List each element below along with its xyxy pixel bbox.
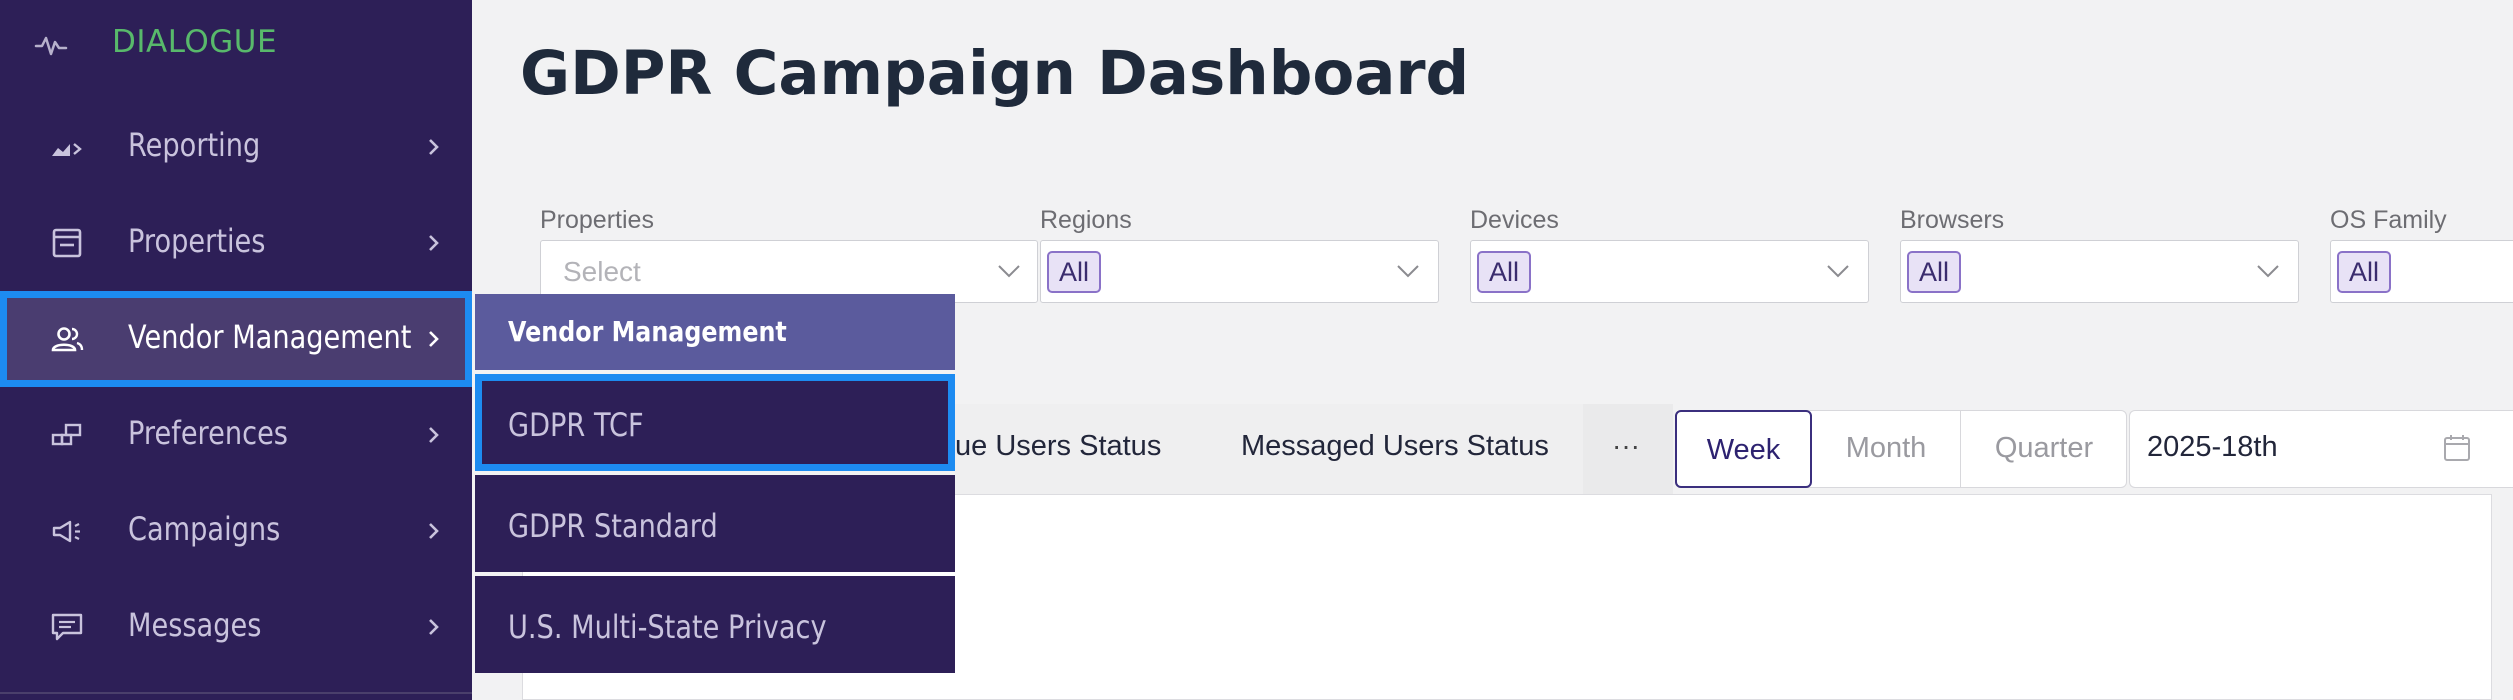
chevron-down-icon: [998, 265, 1020, 278]
calendar-icon[interactable]: [2442, 433, 2472, 463]
sidebar-item-properties[interactable]: Properties: [0, 195, 472, 291]
megaphone-icon: [52, 520, 80, 543]
chevron-right-icon: [429, 235, 439, 251]
filter-label-browsers: Browsers: [1900, 206, 2005, 234]
message-icon: [51, 613, 83, 641]
quarter-button[interactable]: Quarter: [1961, 410, 2127, 488]
properties-select-placeholder: Select: [563, 256, 641, 287]
filter-label-os-family: OS Family: [2330, 206, 2447, 234]
sidebar-item-label: Campaigns: [128, 510, 281, 548]
activity-pulse-icon: [34, 36, 68, 56]
sidebar-divider: [0, 692, 472, 694]
brand[interactable]: DIALOGUE: [0, 0, 472, 90]
browsers-tag[interactable]: All: [1907, 251, 1962, 293]
brand-name: DIALOGUE: [112, 24, 278, 60]
sidebar-item-messages[interactable]: Messages: [0, 579, 472, 675]
tab-users-status[interactable]: ue Users Status: [955, 430, 1161, 463]
tab-messaged-users-status[interactable]: Messaged Users Status: [1241, 430, 1549, 463]
os-family-select[interactable]: All: [2330, 240, 2513, 303]
submenu-item-us-multi-state-privacy[interactable]: U.S. Multi-State Privacy: [475, 576, 955, 673]
sidebar-item-preferences[interactable]: Preferences: [0, 387, 472, 483]
submenu-item-gdpr-tcf[interactable]: GDPR TCF: [475, 374, 955, 471]
sidebar-item-label: Properties: [128, 222, 266, 260]
chevron-down-icon: [1827, 265, 1849, 278]
properties-window-icon: [52, 228, 82, 258]
browsers-select[interactable]: All: [1900, 240, 2299, 303]
devices-select[interactable]: All: [1470, 240, 1869, 303]
sidebar-item-label: Preferences: [128, 414, 288, 452]
chevron-right-icon: [429, 331, 439, 347]
users-icon: [51, 327, 84, 352]
more-icon: ···: [1612, 430, 1640, 461]
sidebar-item-label: Reporting: [128, 126, 261, 164]
chevron-right-icon: [429, 523, 439, 539]
sidebar-item-campaigns[interactable]: Campaigns: [0, 483, 472, 579]
submenu-item-label: GDPR Standard: [508, 507, 718, 545]
week-button[interactable]: Week: [1675, 410, 1812, 488]
reporting-chart-icon: [52, 143, 82, 156]
submenu-item-gdpr-standard[interactable]: GDPR Standard: [475, 475, 955, 572]
month-button[interactable]: Month: [1812, 410, 1960, 488]
filter-label-regions: Regions: [1040, 206, 1132, 234]
chevron-down-icon: [1397, 265, 1419, 278]
filter-label-properties: Properties: [540, 206, 654, 234]
submenu-item-label: GDPR TCF: [508, 406, 644, 444]
chevron-right-icon: [429, 427, 439, 443]
chevron-down-icon: [2257, 265, 2279, 278]
sidebar-item-reporting[interactable]: Reporting: [0, 99, 472, 195]
chevron-right-icon: [429, 619, 439, 635]
regions-select[interactable]: All: [1040, 240, 1439, 303]
submenu-item-label: U.S. Multi-State Privacy: [508, 608, 827, 646]
sidebar: DIALOGUE Reporting Properties Vendor Man…: [0, 0, 472, 700]
page-title: GDPR Campaign Dashboard: [520, 38, 1470, 109]
devices-tag[interactable]: All: [1477, 251, 1532, 293]
date-picker-input[interactable]: 2025-18th: [2129, 410, 2513, 488]
os-family-tag[interactable]: All: [2337, 251, 2392, 293]
chevron-right-icon: [429, 139, 439, 155]
submenu-header-label: Vendor Management: [508, 315, 787, 348]
date-value: 2025-18th: [2147, 431, 2278, 463]
sidebar-item-label: Vendor Management: [128, 318, 412, 356]
filter-label-devices: Devices: [1470, 206, 1559, 234]
sidebar-item-label: Messages: [128, 606, 262, 644]
submenu-header: Vendor Management: [475, 294, 955, 370]
regions-tag[interactable]: All: [1047, 251, 1102, 293]
sidebar-item-vendor-management[interactable]: Vendor Management: [0, 291, 472, 387]
preferences-blocks-icon: [51, 423, 82, 446]
